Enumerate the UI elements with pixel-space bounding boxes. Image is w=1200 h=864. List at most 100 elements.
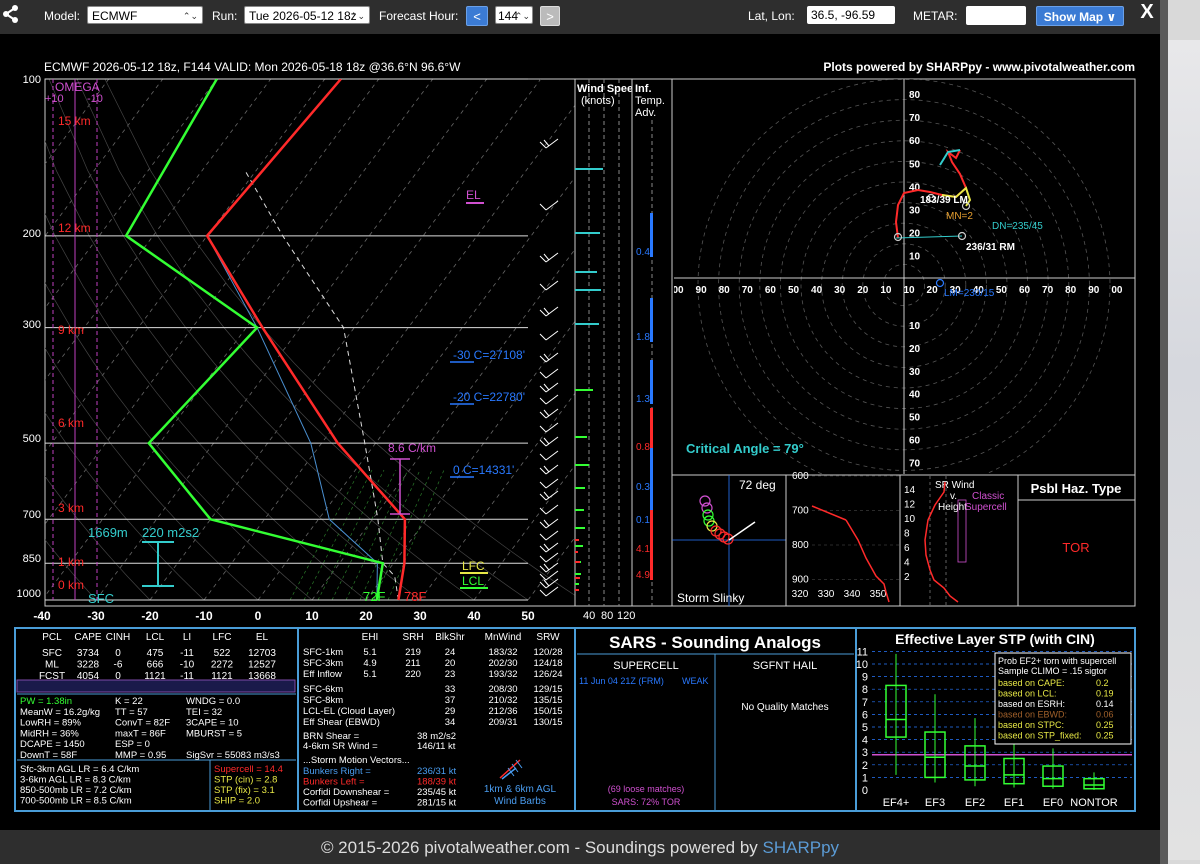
kinematics-cell: 33 — [445, 684, 456, 695]
height-label-0km: 0 km — [58, 578, 84, 592]
next-hour-button[interactable]: > — [540, 6, 560, 26]
kinematics-cell: 20 — [445, 658, 456, 669]
index-left: MeanW = 16.2g/kg — [20, 707, 100, 718]
sars-sgfnt-hail: SGFNT HAIL — [753, 660, 818, 672]
kinematics-cell: 219 — [405, 647, 421, 658]
parcel-cell: 522 — [214, 648, 231, 659]
parcel-cell: 3734 — [77, 648, 100, 659]
storm-motion-value: 235/45 kt — [417, 787, 456, 798]
sr-wind-supercell: Supercell — [965, 502, 1007, 513]
hodograph-x-tick: 60 — [765, 285, 777, 296]
hodograph-y-tick: 70 — [909, 113, 921, 124]
sharppy-link[interactable]: SHARPpy — [763, 838, 840, 857]
index-right: WNDG = 0.0 — [186, 696, 240, 707]
hodograph-x-tick: 80 — [719, 285, 731, 296]
lcl-label: LCL — [462, 574, 484, 588]
forecast-hour-select[interactable]: 144 ⌃⌄ — [495, 6, 533, 24]
stp-category: EF4+ — [883, 797, 910, 809]
temp-advection-panel: Inf. Temp. Adv. 0.4 1.8 1.3 0.8 0.3 0.1 4.1 4.9 — [631, 78, 673, 607]
hodograph-y-tick: 70 — [909, 458, 921, 469]
wind-speed-units: (knots) — [581, 95, 615, 107]
temperature-ticks: -40 -30 -20 -10 0 10 20 30 40 50 — [33, 609, 535, 623]
hodograph-rm-label: 236/31 RM — [966, 242, 1015, 253]
stp-y-tick: 1 — [862, 772, 868, 784]
hodograph-y-tick: 50 — [909, 413, 921, 424]
show-map-button[interactable]: Show Map ∨ — [1036, 6, 1124, 26]
latlon-input[interactable] — [807, 6, 895, 24]
metar-input[interactable] — [966, 6, 1026, 25]
run-select[interactable]: Tue 2026-05-12 18z ⌃⌄ — [244, 6, 370, 24]
storm-motion-label: Bunkers Right = — [303, 766, 371, 777]
barb-caption-1: 1km & 6km AGL — [484, 784, 557, 795]
temp-adv-title-1: Inf. — [635, 83, 652, 95]
hgz-20-label: -20 C=22780' — [453, 390, 525, 404]
composite-index: Supercell = 14.4 — [214, 764, 283, 775]
prev-hour-button[interactable]: < — [466, 6, 488, 26]
hodograph-x-tick: 20 — [927, 285, 939, 296]
parcel-cell: -11 — [180, 648, 194, 659]
lapse-rate-label: 8.6 C/km — [388, 441, 436, 455]
kinematics-cell: 129/15 — [533, 684, 562, 695]
hodograph-y-tick: 80 — [909, 90, 921, 101]
kinematics-cell: 124/18 — [533, 658, 562, 669]
height-label-15km: 15 km — [58, 114, 91, 128]
hodograph-y-tick: 30 — [909, 367, 921, 378]
pressure-label-850: 850 — [23, 553, 41, 565]
lapse-rate: 3-6km AGL LR = 8.3 C/km — [20, 775, 131, 786]
model-select[interactable]: ECMWF ⌃⌄ — [87, 6, 203, 24]
stp-category: EF3 — [925, 797, 945, 809]
kinematics-cell: 135/15 — [533, 695, 562, 706]
kinematics-header: MnWind — [485, 632, 522, 643]
kinematics-cell: 34 — [445, 717, 456, 728]
wind-speed-panel: Wind Speed (knots) 40 80 120 — [574, 78, 640, 622]
stp-y-tick: 10 — [856, 659, 868, 671]
theta-e-plot: 600 700 800 900 320 330 340 350 — [785, 471, 901, 607]
index-mid: maxT = 86F — [115, 728, 166, 739]
background-map-strip — [1160, 0, 1200, 864]
storm-motion-title: ...Storm Motion Vectors... — [303, 755, 410, 766]
mu-highlight — [16, 679, 296, 693]
credit-text: Plots powered by SHARPpy - www.pivotalwe… — [823, 60, 1135, 74]
storm-motion-label: Corfidi Downshear = — [303, 787, 390, 798]
index-mid: ConvT = 82F — [115, 718, 170, 729]
index-left: DownT = 58F — [20, 750, 77, 761]
pressure-label-300: 300 — [23, 319, 41, 331]
kinematics-cell: 210/32 — [488, 695, 517, 706]
temperature-tick: -40 — [33, 609, 51, 623]
kinematics-cell: 202/30 — [488, 658, 517, 669]
theta-e-y-tick: 900 — [792, 575, 809, 586]
lapse-rate: 700-500mb LR = 8.5 C/km — [20, 796, 132, 807]
share-icon[interactable] — [2, 4, 20, 24]
hodograph-up-label: LM=230/15 — [944, 288, 995, 299]
sr-wind-title-2: v. — [950, 491, 957, 502]
chevron-down-icon: ⌃⌄ — [182, 11, 198, 21]
theta-e-x-tick: 320 — [792, 589, 809, 600]
index-left: LowRH = 89% — [20, 718, 82, 729]
temp-adv-title-2: Temp. — [635, 95, 665, 107]
temp-adv-bar — [650, 213, 653, 257]
stp-y-tick: 8 — [862, 684, 868, 696]
parcel-header: PCL — [42, 632, 62, 643]
hodograph-x-tick: 50 — [996, 285, 1008, 296]
composite-index: STP (fix) = 3.1 — [214, 785, 275, 796]
hodograph-x-tick: 30 — [834, 285, 846, 296]
parcel-header: LI — [183, 632, 191, 643]
kinematics-cell: 5.1 — [363, 647, 376, 658]
hodograph-y-tick: 10 — [909, 252, 921, 263]
kinematics-cell: 4.9 — [363, 658, 376, 669]
kinematics-row-label: LCL-EL (Cloud Layer) — [303, 706, 395, 717]
parcel-header: LFC — [213, 632, 232, 643]
stp-y-tick: 9 — [862, 672, 868, 684]
hazard-type-box: Psbl Haz. Type TOR — [1017, 474, 1136, 607]
chevron-down-icon: ⌃⌄ — [349, 11, 365, 21]
kinematics-row-label: Eff Shear (EBWD) — [303, 717, 380, 728]
esrh-depth: 1669m — [88, 525, 128, 540]
kinematics-cell: 23 — [445, 669, 456, 680]
pressure-label-700: 700 — [23, 509, 41, 521]
close-button[interactable]: X — [1136, 0, 1158, 26]
sars-title: SARS - Sounding Analogs — [609, 633, 821, 652]
kinematics-header: SRW — [536, 632, 560, 643]
temp-adv-label: 0.3 — [636, 482, 650, 493]
stp-prob-value: 0.25 — [1096, 731, 1114, 741]
stp-prob-label: based on STPC: — [998, 720, 1064, 730]
